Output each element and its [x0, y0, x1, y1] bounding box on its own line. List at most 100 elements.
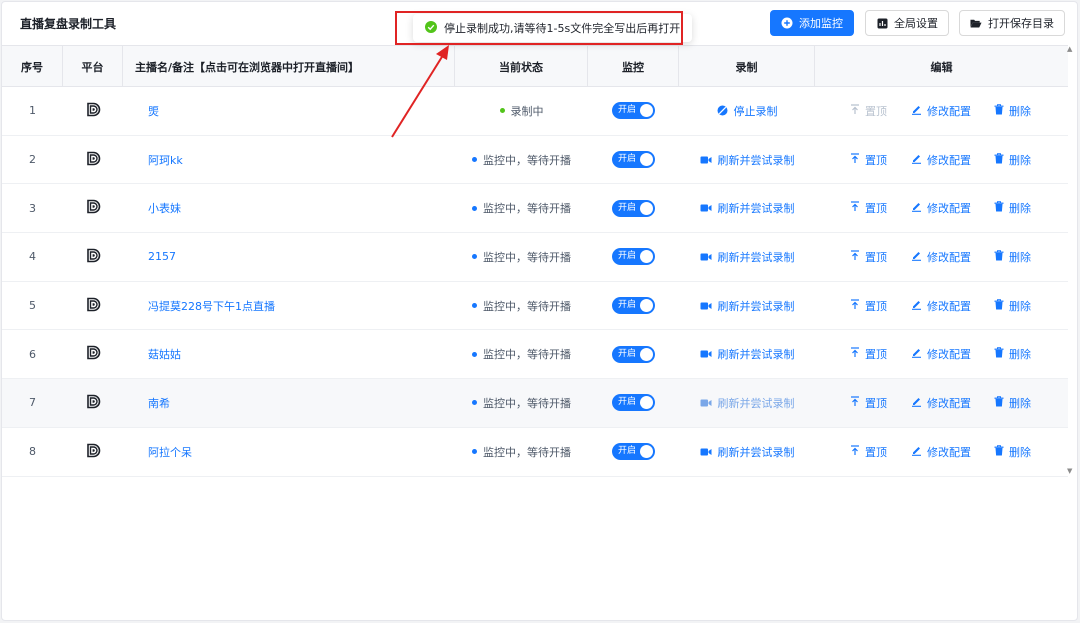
- delete-label: 删除: [1009, 153, 1031, 167]
- status-dot: [499, 108, 505, 114]
- pin-top-button[interactable]: 置顶: [850, 184, 887, 232]
- record-action[interactable]: 刷新并尝试录制: [679, 428, 815, 476]
- pin-top-button[interactable]: 置顶: [850, 136, 887, 184]
- pencil-icon: [911, 153, 922, 167]
- edit-config-button[interactable]: 修改配置: [911, 282, 971, 330]
- monitor-toggle[interactable]: 开启: [612, 102, 655, 120]
- record-action[interactable]: 刷新并尝试录制: [679, 184, 815, 232]
- edit-config-label: 修改配置: [927, 348, 971, 362]
- platform-cell: [63, 330, 123, 378]
- delete-button[interactable]: 删除: [994, 379, 1031, 427]
- col-record: 录制: [679, 46, 815, 87]
- pin-top-label: 置顶: [865, 104, 887, 118]
- record-action-label: 刷新并尝试录制: [717, 250, 795, 264]
- delete-button[interactable]: 删除: [994, 330, 1031, 378]
- record-action[interactable]: 刷新并尝试录制: [679, 330, 815, 378]
- trash-icon: [994, 444, 1004, 459]
- pencil-icon: [911, 104, 922, 118]
- pin-top-button[interactable]: 置顶: [850, 379, 887, 427]
- toggle-knob: [640, 445, 653, 459]
- video-icon: [700, 155, 712, 165]
- delete-button[interactable]: 删除: [994, 184, 1031, 232]
- pin-top-button[interactable]: 置顶: [850, 330, 887, 378]
- record-action[interactable]: 刷新并尝试录制: [679, 233, 815, 281]
- pin-top-button[interactable]: 置顶: [850, 233, 887, 281]
- edit-config-label: 修改配置: [927, 396, 971, 410]
- pin-top-label: 置顶: [865, 299, 887, 313]
- global-settings-button[interactable]: 全局设置: [865, 10, 949, 36]
- scroll-up-icon[interactable]: ▲: [1067, 45, 1072, 53]
- monitor-toggle[interactable]: 开启: [612, 443, 655, 461]
- monitor-toggle[interactable]: 开启: [612, 394, 655, 412]
- monitor-toggle[interactable]: 开启: [612, 151, 655, 169]
- edit-config-button[interactable]: 修改配置: [911, 379, 971, 427]
- edit-config-button[interactable]: 修改配置: [911, 87, 971, 135]
- streamer-name-link[interactable]: 2157: [148, 250, 176, 263]
- record-action-label: 刷新并尝试录制: [717, 396, 795, 410]
- status-cell: 监控中，等待开播: [455, 330, 588, 378]
- delete-button[interactable]: 删除: [994, 87, 1031, 135]
- record-action[interactable]: 停止录制: [679, 87, 815, 135]
- record-action[interactable]: 刷新并尝试录制: [679, 282, 815, 330]
- platform-cell: [63, 184, 123, 232]
- video-icon: [700, 447, 712, 457]
- pin-top-label: 置顶: [865, 348, 887, 362]
- trash-icon: [994, 298, 1004, 313]
- record-action[interactable]: 刷新并尝试录制: [679, 379, 815, 427]
- streamer-name-link[interactable]: 南希: [148, 395, 170, 411]
- video-icon: [700, 203, 712, 213]
- edit-config-button[interactable]: 修改配置: [911, 330, 971, 378]
- toggle-label: 开启: [618, 105, 637, 116]
- col-monitor: 监控: [588, 46, 679, 87]
- monitor-cell: 开启: [588, 428, 679, 476]
- streamer-name-link[interactable]: 煚: [148, 103, 159, 119]
- delete-label: 删除: [1009, 202, 1031, 216]
- add-monitor-button[interactable]: 添加监控: [770, 10, 854, 36]
- streamer-name-link[interactable]: 小表妹: [148, 200, 181, 216]
- table-row: 7 南希 监控中，等待开播 开启 刷新并尝试录制 置顶 修改配置 删除: [2, 379, 1068, 428]
- streamer-name-cell: 煚: [123, 87, 455, 135]
- delete-button[interactable]: 删除: [994, 282, 1031, 330]
- scroll-down-icon[interactable]: ▼: [1067, 467, 1072, 475]
- col-status: 当前状态: [455, 46, 588, 87]
- pin-top-button[interactable]: 置顶: [850, 282, 887, 330]
- table-scrollbar[interactable]: ▲ ▼: [1065, 45, 1075, 475]
- edit-config-button[interactable]: 修改配置: [911, 184, 971, 232]
- monitor-toggle[interactable]: 开启: [612, 345, 655, 363]
- pencil-icon: [911, 250, 922, 264]
- monitor-toggle[interactable]: 开启: [612, 248, 655, 266]
- pin-top-icon: [850, 298, 860, 313]
- pin-top-button[interactable]: 置顶: [850, 428, 887, 476]
- edit-config-button[interactable]: 修改配置: [911, 428, 971, 476]
- delete-button[interactable]: 删除: [994, 136, 1031, 184]
- status-text: 监控中，等待开播: [483, 348, 571, 362]
- streamer-name-link[interactable]: 冯提莫228号下午1点直播: [148, 298, 275, 314]
- edit-cell: 置顶 修改配置 删除: [815, 282, 1068, 330]
- streamer-name-link[interactable]: 阿拉个呆: [148, 444, 192, 460]
- toggle-knob: [640, 299, 653, 313]
- delete-button[interactable]: 删除: [994, 428, 1031, 476]
- monitor-toggle[interactable]: 开启: [612, 297, 655, 315]
- trash-icon: [994, 250, 1004, 264]
- streamer-name-link[interactable]: 阿珂kk: [148, 152, 183, 168]
- monitor-toggle[interactable]: 开启: [612, 199, 655, 217]
- edit-config-button[interactable]: 修改配置: [911, 136, 971, 184]
- video-icon: [700, 252, 712, 262]
- pin-top-button[interactable]: 置顶: [850, 87, 887, 135]
- monitor-table: 序号 平台 主播名/备注【点击可在浏览器中打开直播间】 当前状态 监控 录制 编…: [2, 45, 1068, 477]
- douyin-platform-icon: [86, 151, 101, 169]
- streamer-name-link[interactable]: 菇姑姑: [148, 346, 181, 362]
- pencil-icon: [911, 201, 922, 215]
- pin-top-label: 置顶: [865, 250, 887, 264]
- edit-cell: 置顶 修改配置 删除: [815, 428, 1068, 476]
- open-save-dir-label: 打开保存目录: [988, 17, 1054, 30]
- video-icon: [700, 349, 712, 359]
- open-save-dir-button[interactable]: 打开保存目录: [959, 10, 1065, 36]
- record-action[interactable]: 刷新并尝试录制: [679, 136, 815, 184]
- monitor-cell: 开启: [588, 233, 679, 281]
- edit-cell: 置顶 修改配置 删除: [815, 233, 1068, 281]
- status-cell: 监控中，等待开播: [455, 282, 588, 330]
- delete-button[interactable]: 删除: [994, 233, 1031, 281]
- edit-config-button[interactable]: 修改配置: [911, 233, 971, 281]
- monitor-cell: 开启: [588, 282, 679, 330]
